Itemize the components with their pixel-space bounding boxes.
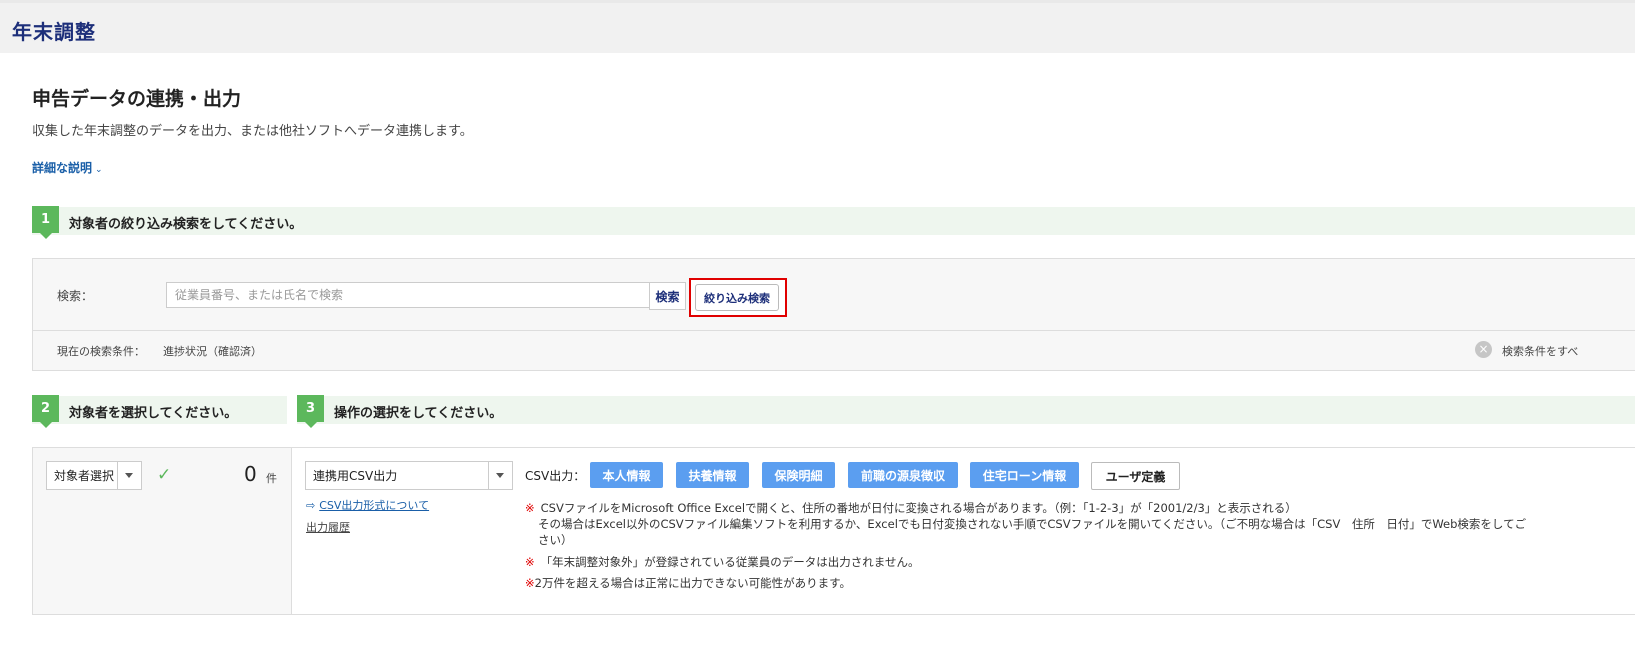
filter-search-button[interactable]: 絞り込み検索 [695,284,779,311]
note-mark: ※ [525,501,535,515]
note-1-line-2: その場合はExcel以外のCSVファイル編集ソフトを利用するか、Excelでも日… [538,517,1527,531]
step-3-number: 3 [297,395,324,428]
panel-divider [33,330,1635,331]
output-history-link[interactable]: 出力履歴 [306,519,350,535]
selection-column: 対象者選択 ✓ 0 件 [33,448,292,614]
note-mark: ※ [525,555,535,569]
csv-output-label: CSV出力： [525,469,586,483]
chevron-down-icon [117,462,141,489]
page-title: 申告データの連携・出力 [32,88,242,110]
page-description: 収集した年末調整のデータを出力、または他社ソフトへデータ連携します。 [32,124,473,139]
note-1-line-3: さい） [538,533,573,547]
detail-link[interactable]: 詳細な説明 ⌄ [32,159,103,176]
step-2-header: 2 対象者を選択してください。 [32,395,287,428]
search-input[interactable] [166,282,655,308]
current-condition-label: 現在の検索条件： [57,345,145,358]
chevron-down-icon [488,462,512,489]
search-panel: 検索： 検索 絞り込み検索 現在の検索条件： 進捗状況（確認済） × 検索条件を… [32,258,1635,371]
note-1-line-1: CSVファイルをMicrosoft Office Excelで開くと、住所の番地… [540,501,1297,515]
note-row-limit: ※2万件を超える場合は正常に出力できない可能性があります。 [525,575,851,591]
step-2-label: 対象者を選択してください。 [69,406,238,421]
app-header: 年末調整 [0,3,1635,53]
current-condition-value: 進捗状況（確認済） [163,345,262,358]
step-1-number: 1 [32,206,59,239]
filter-button-highlight: 絞り込み検索 [689,278,787,317]
search-label: 検索： [57,289,94,303]
operation-panel: 対象者選択 ✓ 0 件 連携用CSV出力 ⇨ CSV出力形式について 出力履歴 C… [32,447,1635,615]
detail-link-label: 詳細な説明 [32,161,93,175]
step-1-label: 対象者の絞り込み検索をしてください。 [69,217,303,232]
note-mark: ※ [525,576,535,590]
housing-loan-info-button[interactable]: 住宅ローン情報 [970,462,1079,488]
chevron-down-icon: ⌄ [95,165,103,175]
operation-select[interactable]: 連携用CSV出力 [305,461,513,490]
clear-conditions-link[interactable]: 検索条件をすべ [1502,343,1578,359]
csv-format-link[interactable]: ⇨ CSV出力形式について [306,497,429,513]
clear-icon[interactable]: × [1475,341,1492,358]
note-3: 2万件を超える場合は正常に出力できない可能性があります。 [534,576,851,590]
target-select-value: 対象者選択 [54,469,115,483]
step-1-header: 1 対象者の絞り込み検索をしてください。 [32,206,1635,239]
previous-job-withholding-button[interactable]: 前職の源泉徴収 [848,462,958,488]
dependent-info-button[interactable]: 扶養情報 [676,462,749,488]
step-2-number: 2 [32,395,59,428]
step-3-header: 3 操作の選択をしてください。 [297,395,1635,428]
target-select[interactable]: 対象者選択 [46,461,142,490]
note-2: 「年末調整対象外」が登録されている従業員のデータは出力されません。 [540,555,920,569]
user-defined-button[interactable]: ユーザ定義 [1091,462,1180,490]
selected-count: 0 [244,462,257,486]
selected-count-unit: 件 [266,472,277,485]
note-excluded-employees: ※ 「年末調整対象外」が登録されている従業員のデータは出力されません。 [525,554,919,570]
step-3-label: 操作の選択をしてください。 [334,406,503,421]
csv-format-link-label: CSV出力形式について [319,499,430,512]
operation-select-value: 連携用CSV出力 [313,469,398,483]
app-title: 年末調整 [12,20,96,44]
external-link-icon: ⇨ [306,499,316,512]
search-button[interactable]: 検索 [649,282,686,310]
insurance-details-button[interactable]: 保険明細 [762,462,835,488]
check-icon: ✓ [157,465,172,485]
note-excel-date: ※ CSVファイルをMicrosoft Office Excelで開くと、住所の番… [525,500,1526,548]
personal-info-button[interactable]: 本人情報 [590,462,663,488]
